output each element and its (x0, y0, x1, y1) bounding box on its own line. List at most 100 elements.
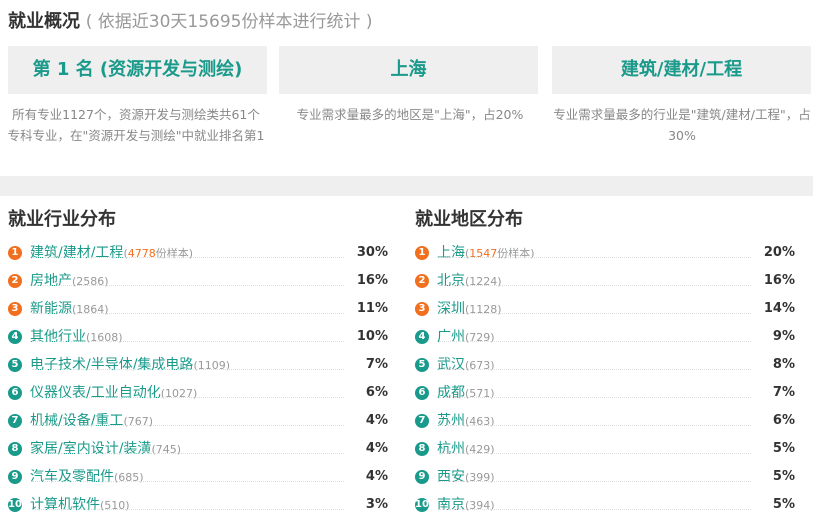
region-item-name[interactable]: 深圳(1128) (437, 296, 502, 323)
percentage-value: 16% (759, 268, 795, 294)
industry-item-label[interactable]: 汽车及零配件 (30, 469, 114, 485)
rank-badge: 8 (415, 442, 429, 456)
region-item-label[interactable]: 武汉 (437, 357, 465, 373)
overview-heading: 就业概况 (8, 11, 80, 32)
industry-item-label[interactable]: 电子技术/半导体/集成电路 (30, 357, 193, 373)
industry-item-name[interactable]: 家居/室内设计/装潢(745) (30, 436, 181, 463)
sample-count: (767) (123, 415, 154, 428)
industry-item-label[interactable]: 房地产 (30, 273, 72, 289)
sample-count: (1864) (72, 303, 109, 316)
percentage-value: 8% (768, 352, 795, 378)
region-item-name[interactable]: 南京(394) (437, 492, 495, 519)
region-item-row: 1 上海(1547份样本) 20% (415, 240, 795, 268)
industry-item-row: 5 电子技术/半导体/集成电路(1109) 7% (8, 352, 388, 380)
region-item-name[interactable]: 北京(1224) (437, 268, 502, 295)
industry-item-label[interactable]: 新能源 (30, 301, 72, 317)
region-item-label[interactable]: 深圳 (437, 301, 465, 317)
sample-count: (394) (465, 499, 495, 512)
top-region-card: 上海 (279, 46, 538, 94)
sample-count-value: 4778 (127, 247, 156, 260)
region-item-name[interactable]: 武汉(673) (437, 352, 495, 379)
percentage-value: 16% (352, 268, 388, 294)
rank-badge: 4 (8, 330, 22, 344)
percentage-value: 9% (768, 324, 795, 350)
region-item-name[interactable]: 广州(729) (437, 324, 495, 351)
dotted-leader (439, 453, 751, 454)
rank-badge: 3 (415, 302, 429, 316)
region-item-label[interactable]: 杭州 (437, 441, 465, 457)
percentage-value: 7% (768, 380, 795, 406)
sample-count: (463) (465, 415, 495, 428)
industry-item-name[interactable]: 房地产(2586) (30, 268, 109, 295)
sample-count: (1109) (193, 359, 231, 372)
percentage-value: 3% (361, 492, 388, 518)
percentage-value: 5% (768, 436, 795, 462)
dotted-leader (439, 341, 751, 342)
region-item-label[interactable]: 西安 (437, 469, 465, 485)
industry-item-name[interactable]: 仪器仪表/工业自动化(1027) (30, 380, 197, 407)
dotted-leader (32, 481, 344, 482)
rank-badge: 1 (415, 246, 429, 260)
industry-item-name[interactable]: 机械/设备/重工(767) (30, 408, 153, 435)
industry-item-row: 10 计算机软件(510) 3% (8, 492, 388, 520)
region-item-name[interactable]: 西安(399) (437, 464, 495, 491)
industry-list: 1 建筑/建材/工程(4778份样本) 30% 2 房地产(2586) 16% 3 新能源(1… (8, 240, 388, 520)
top-industry-description: 专业需求量最多的行业是"建筑/建材/工程"，占30% (553, 107, 811, 143)
region-item-row: 2 北京(1224) 16% (415, 268, 795, 296)
dotted-leader (32, 509, 344, 510)
dotted-leader (32, 285, 344, 286)
industry-item-row: 9 汽车及零配件(685) 4% (8, 464, 388, 492)
industry-item-label[interactable]: 建筑/建材/工程 (30, 245, 123, 261)
percentage-value: 10% (352, 324, 388, 350)
industry-item-row: 1 建筑/建材/工程(4778份样本) 30% (8, 240, 388, 268)
industry-item-name[interactable]: 其他行业(1608) (30, 324, 123, 351)
region-item-name[interactable]: 杭州(429) (437, 436, 495, 463)
dotted-leader (32, 313, 344, 314)
rank-badge: 9 (8, 470, 22, 484)
industry-item-name[interactable]: 计算机软件(510) (30, 492, 130, 519)
industry-item-row: 7 机械/设备/重工(767) 4% (8, 408, 388, 436)
industry-item-name[interactable]: 汽车及零配件(685) (30, 464, 144, 491)
sample-count: (1128) (465, 303, 502, 316)
industry-item-label[interactable]: 家居/室内设计/装潢 (30, 441, 151, 457)
industry-item-name[interactable]: 新能源(1864) (30, 296, 109, 323)
sample-count: (1608) (86, 331, 123, 344)
industry-item-name[interactable]: 建筑/建材/工程(4778份样本) (30, 240, 193, 267)
industry-item-label[interactable]: 计算机软件 (30, 497, 100, 513)
rank-card: 第 1 名 (资源开发与测绘) (8, 46, 267, 94)
region-section-title: 就业地区分布 (415, 209, 523, 230)
dotted-leader (439, 425, 751, 426)
region-item-name[interactable]: 上海(1547份样本) (437, 240, 535, 267)
region-item-row: 9 西安(399) 5% (415, 464, 795, 492)
percentage-value: 4% (361, 436, 388, 462)
region-item-label[interactable]: 广州 (437, 329, 465, 345)
industry-item-label[interactable]: 其他行业 (30, 329, 86, 345)
sample-count: (1027) (160, 387, 198, 400)
industry-item-name[interactable]: 电子技术/半导体/集成电路(1109) (30, 352, 230, 379)
percentage-value: 30% (352, 240, 388, 266)
percentage-value: 6% (361, 380, 388, 406)
region-item-label[interactable]: 成都 (437, 385, 465, 401)
region-item-label[interactable]: 苏州 (437, 413, 465, 429)
industry-item-row: 3 新能源(1864) 11% (8, 296, 388, 324)
rank-badge: 5 (415, 358, 429, 372)
region-item-label[interactable]: 南京 (437, 497, 465, 513)
top-region-description: 专业需求量最多的地区是"上海"，占20% (296, 107, 524, 122)
rank-badge: 4 (415, 330, 429, 344)
region-item-row: 7 苏州(463) 6% (415, 408, 795, 436)
rank-badge: 8 (8, 442, 22, 456)
section-divider (0, 176, 813, 196)
region-item-name[interactable]: 成都(571) (437, 380, 495, 407)
region-item-label[interactable]: 上海 (437, 245, 465, 261)
industry-item-label[interactable]: 仪器仪表/工业自动化 (30, 385, 161, 401)
rank-badge: 7 (415, 414, 429, 428)
percentage-value: 14% (759, 296, 795, 322)
industry-item-label[interactable]: 机械/设备/重工 (30, 413, 123, 429)
percentage-value: 20% (759, 240, 795, 266)
region-item-row: 5 武汉(673) 8% (415, 352, 795, 380)
rank-badge: 7 (8, 414, 22, 428)
dotted-leader (439, 397, 751, 398)
dotted-leader (439, 509, 751, 510)
region-item-name[interactable]: 苏州(463) (437, 408, 495, 435)
region-item-label[interactable]: 北京 (437, 273, 465, 289)
